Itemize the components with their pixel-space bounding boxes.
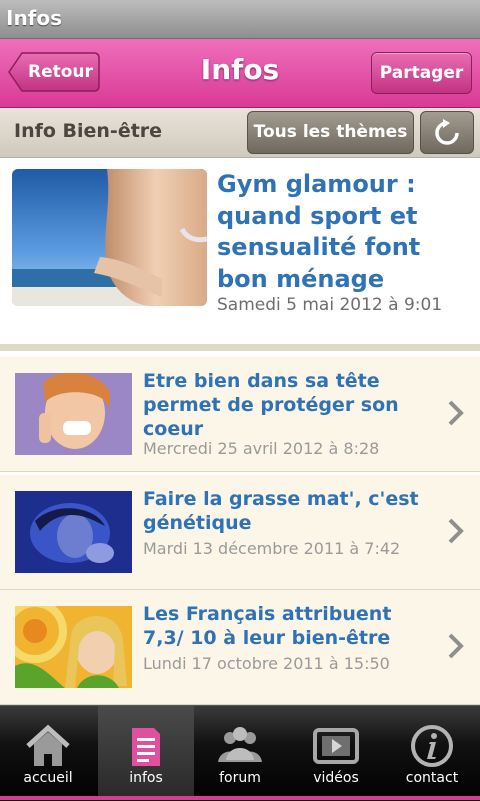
- divider: [0, 344, 480, 351]
- info-icon: [411, 725, 453, 767]
- document-icon: [132, 728, 160, 766]
- video-icon: [313, 728, 359, 764]
- smiling-woman-photo: [15, 373, 132, 455]
- tab-label: forum: [219, 770, 261, 786]
- nav-bar: Retour Infos Partager: [0, 39, 480, 108]
- tab-forum[interactable]: forum: [192, 706, 288, 796]
- article-thumbnail: [15, 491, 132, 573]
- status-bar: Infos: [0, 0, 480, 39]
- tab-label: infos: [129, 770, 163, 786]
- chevron-right-icon: [448, 633, 464, 659]
- featured-date: Samedi 5 mai 2012 à 9:01: [217, 295, 443, 315]
- all-themes-button[interactable]: Tous les thèmes: [247, 111, 414, 154]
- sleeping-woman-photo: [15, 491, 132, 573]
- people-icon: [218, 727, 262, 762]
- share-button[interactable]: Partager: [371, 52, 472, 94]
- featured-image: [12, 169, 207, 306]
- tab-accueil[interactable]: accueil: [0, 706, 96, 796]
- beach-photo: [12, 169, 207, 306]
- happy-woman-photo: [15, 606, 132, 688]
- tab-infos[interactable]: infos: [98, 706, 194, 796]
- chevron-right-icon: [448, 400, 464, 426]
- list-item[interactable]: Etre bien dans sa tête permet de protége…: [0, 357, 480, 472]
- tab-contact[interactable]: contact: [384, 706, 480, 796]
- home-icon: [26, 724, 70, 766]
- tab-label: accueil: [23, 770, 73, 786]
- list-item[interactable]: Faire la grasse mat', c'est génétique Ma…: [0, 475, 480, 590]
- featured-article[interactable]: Gym glamour : quand sport et sensualité …: [0, 158, 480, 344]
- tab-videos[interactable]: vidéos: [288, 706, 384, 796]
- article-thumbnail: [15, 606, 132, 688]
- refresh-icon: [435, 119, 459, 145]
- tab-bar: accueil infos forum vidéos contact: [0, 705, 480, 801]
- article-date: Lundi 17 octobre 2011 à 15:50: [143, 654, 390, 673]
- category-title: Info Bien-être: [14, 120, 163, 142]
- featured-title: Gym glamour : quand sport et sensualité …: [217, 170, 421, 293]
- tab-label: contact: [405, 770, 459, 786]
- chevron-right-icon: [448, 518, 464, 544]
- category-bar: Info Bien-être Tous les thèmes: [0, 108, 480, 158]
- tab-bar-accent: [0, 796, 480, 800]
- article-thumbnail: [15, 373, 132, 455]
- article-title: Faire la grasse mat', c'est génétique: [143, 488, 419, 534]
- article-date: Mercredi 25 avril 2012 à 8:28: [143, 439, 380, 458]
- tab-label: vidéos: [313, 770, 359, 786]
- article-title: Etre bien dans sa tête permet de protége…: [143, 370, 399, 440]
- article-title: Les Français attribuent 7,3/ 10 à leur b…: [143, 603, 392, 649]
- refresh-button[interactable]: [420, 111, 474, 154]
- article-date: Mardi 13 décembre 2011 à 7:42: [143, 539, 401, 558]
- status-bar-title: Infos: [6, 6, 63, 30]
- list-item[interactable]: Les Français attribuent 7,3/ 10 à leur b…: [0, 590, 480, 705]
